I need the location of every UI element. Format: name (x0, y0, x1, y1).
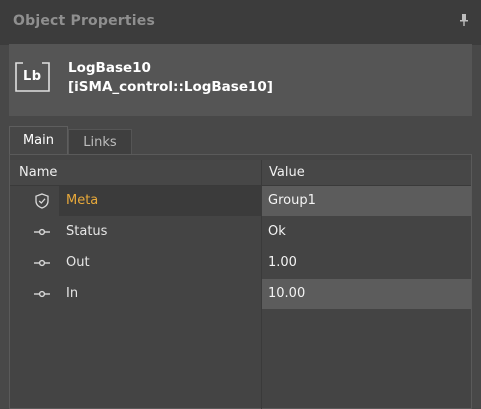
row-name-in: In (66, 286, 79, 301)
column-header-name[interactable]: Name (19, 160, 57, 185)
object-properties-panel: Object Properties Lb LogBase10 [iSMA_con… (0, 0, 481, 409)
table-row-status[interactable]: Status Ok (10, 217, 471, 247)
row-name-status: Status (66, 224, 108, 239)
tab-main[interactable]: Main (9, 126, 68, 155)
slot-connector-icon (34, 290, 50, 298)
slot-connector-icon (34, 228, 50, 236)
object-name: LogBase10 (68, 60, 151, 76)
column-header-value[interactable]: Value (269, 160, 305, 185)
row-value-status: Ok (268, 224, 286, 239)
object-type-icon: Lb (15, 62, 50, 92)
pin-icon[interactable] (459, 14, 469, 26)
panel-titlebar: Object Properties (0, 0, 481, 45)
tab-links[interactable]: Links (68, 129, 132, 155)
panel-title: Object Properties (13, 13, 156, 29)
table-row-meta[interactable]: Meta Group1 (10, 186, 471, 216)
row-value-meta[interactable]: Group1 (262, 186, 471, 216)
table-row-out[interactable]: Out 1.00 (10, 248, 471, 278)
row-value-out: 1.00 (268, 255, 297, 270)
slot-connector-icon (34, 259, 50, 267)
object-icon-text: Lb (23, 69, 42, 84)
row-value-in[interactable]: 10.00 (262, 279, 471, 309)
row-name-out: Out (66, 255, 90, 270)
shield-icon (35, 193, 49, 209)
object-type: [iSMA_control::LogBase10] (68, 79, 273, 95)
table-header: Name Value (10, 160, 471, 186)
table-row-in[interactable]: In 10.00 (10, 279, 471, 309)
row-name-meta: Meta (66, 193, 99, 208)
